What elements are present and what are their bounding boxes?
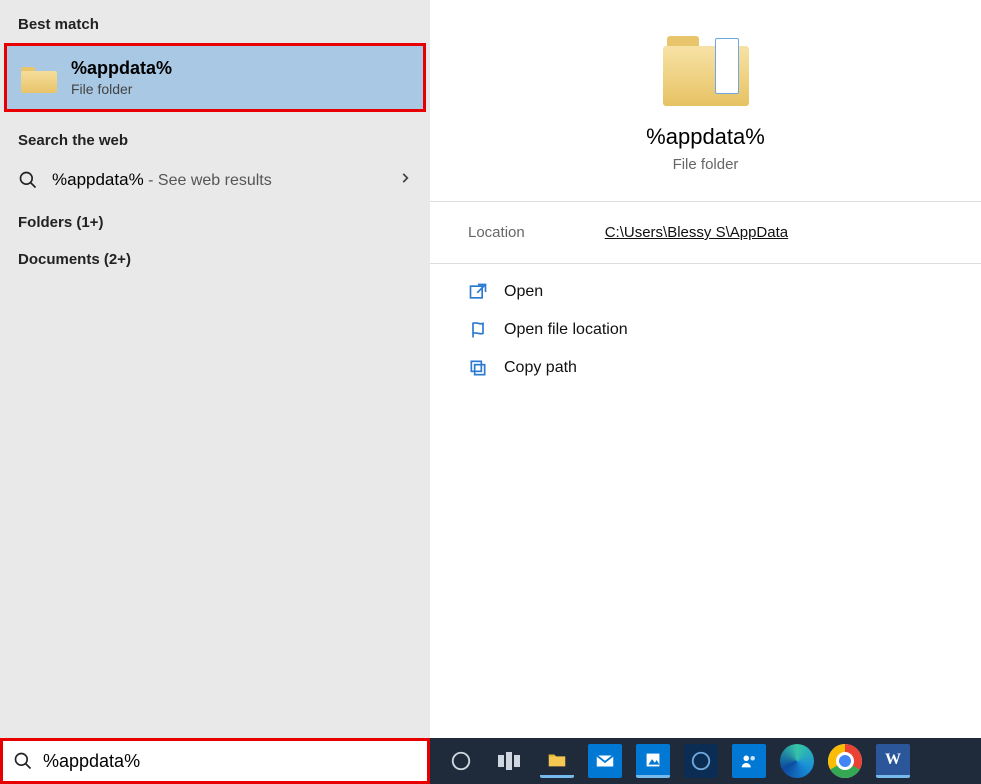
location-label: Location (468, 224, 525, 241)
web-hint: - See web results (144, 172, 272, 189)
file-explorer-icon[interactable] (540, 744, 574, 778)
folders-category[interactable]: Folders (1+) (0, 204, 430, 241)
dell-icon[interactable] (684, 744, 718, 778)
search-icon (13, 751, 33, 771)
open-location-label: Open file location (504, 321, 628, 339)
best-match-result[interactable]: %appdata% File folder (4, 43, 426, 112)
preview-subtitle: File folder (673, 156, 739, 173)
folder-icon (21, 63, 57, 93)
chevron-right-icon (398, 169, 412, 190)
location-path-link[interactable]: C:\Users\Blessy S\AppData (605, 224, 788, 241)
actions-list: Open Open file location Copy path (430, 264, 981, 396)
result-subtitle: File folder (71, 81, 172, 97)
bottom-bar: W (0, 738, 981, 784)
search-icon (18, 170, 38, 190)
open-location-icon (468, 320, 488, 340)
open-label: Open (504, 283, 543, 301)
open-icon (468, 282, 488, 302)
taskbar: W (430, 738, 981, 784)
search-results-panel: Best match %appdata% File folder Search … (0, 0, 981, 738)
search-input[interactable] (43, 751, 417, 772)
web-term: %appdata% (52, 170, 144, 189)
word-icon[interactable]: W (876, 744, 910, 778)
preview-header: %appdata% File folder (430, 0, 981, 201)
search-web-heading: Search the web (0, 126, 430, 159)
edge-icon[interactable] (780, 744, 814, 778)
open-location-action[interactable]: Open file location (468, 320, 943, 340)
result-title: %appdata% (71, 58, 172, 79)
task-view-icon[interactable] (492, 744, 526, 778)
preview-title: %appdata% (646, 124, 765, 150)
web-result-row[interactable]: %appdata% - See web results (0, 159, 430, 204)
copy-path-label: Copy path (504, 359, 577, 377)
location-row: Location C:\Users\Blessy S\AppData (430, 202, 981, 263)
open-action[interactable]: Open (468, 282, 943, 302)
photos-icon[interactable] (636, 744, 670, 778)
chrome-icon[interactable] (828, 744, 862, 778)
search-box[interactable] (0, 738, 430, 784)
copy-icon (468, 358, 488, 378)
cortana-icon[interactable] (444, 744, 478, 778)
preview-pane: %appdata% File folder Location C:\Users\… (430, 0, 981, 738)
results-list: Best match %appdata% File folder Search … (0, 0, 430, 738)
mail-icon[interactable] (588, 744, 622, 778)
contacts-icon[interactable] (732, 744, 766, 778)
copy-path-action[interactable]: Copy path (468, 358, 943, 378)
folder-icon (663, 36, 749, 106)
documents-category[interactable]: Documents (2+) (0, 241, 430, 278)
best-match-heading: Best match (0, 10, 430, 43)
